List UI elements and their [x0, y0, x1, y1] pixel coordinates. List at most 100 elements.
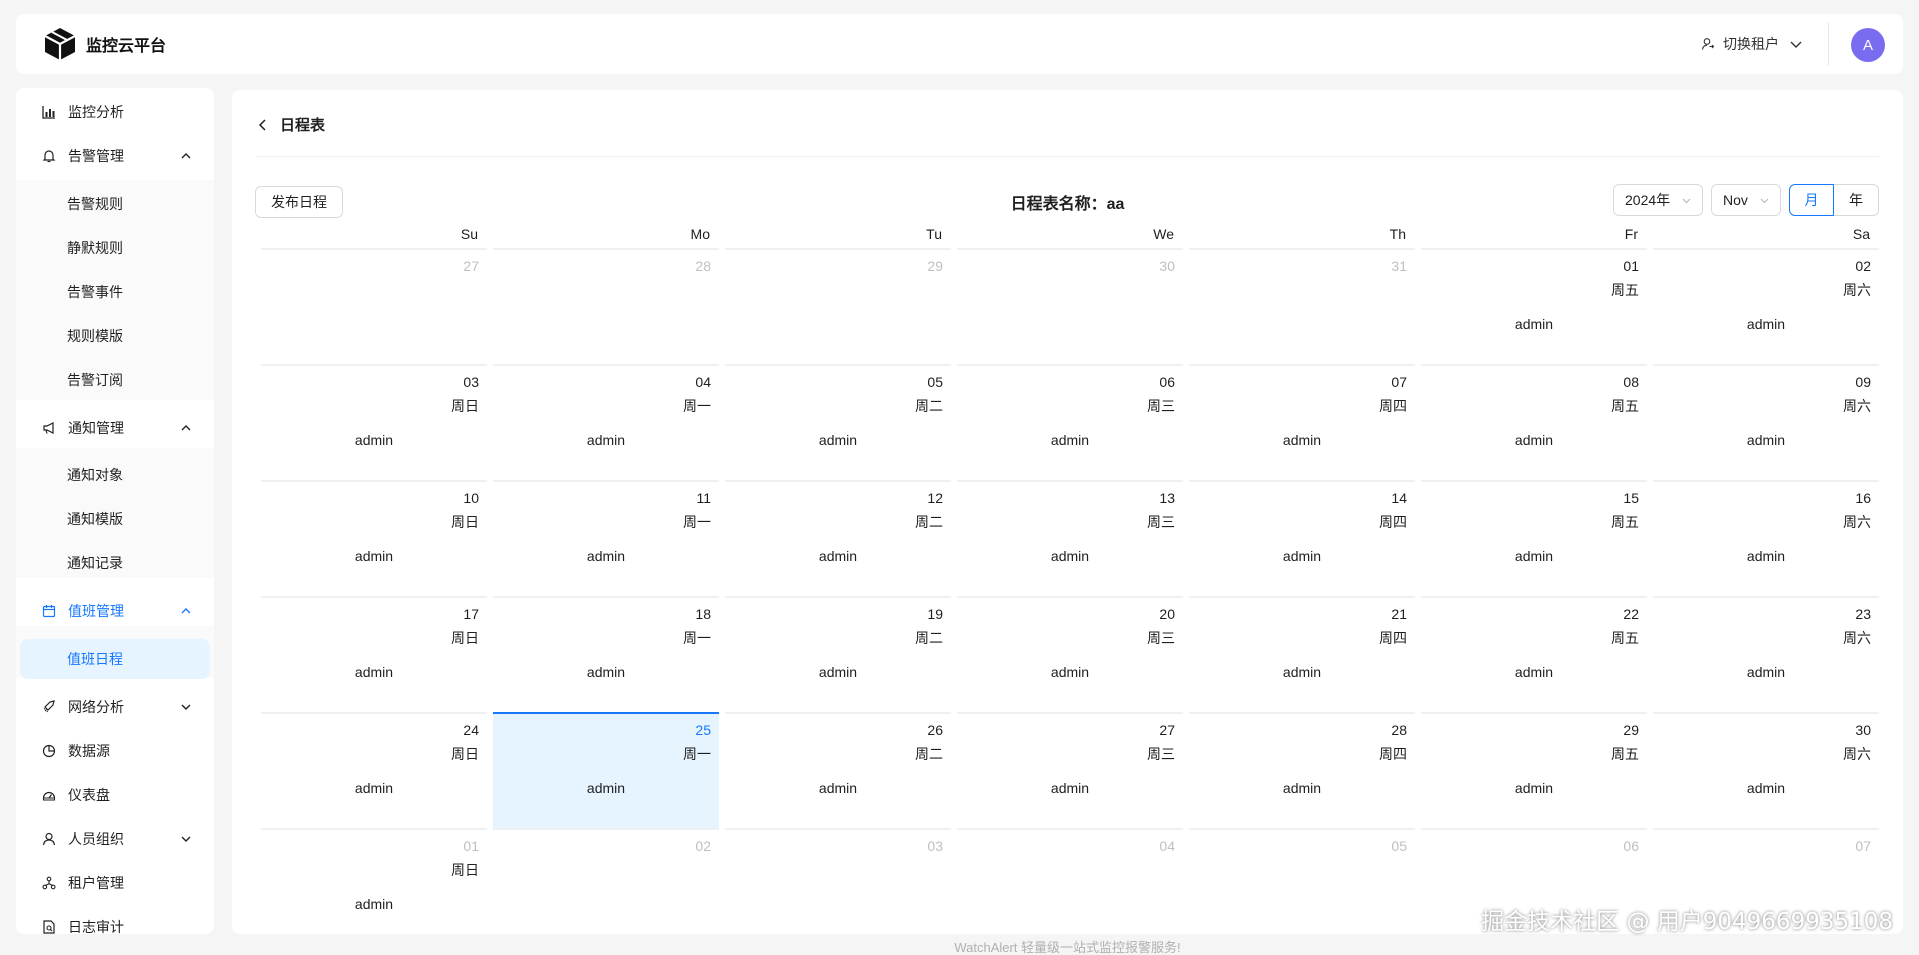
weekday-name: 周五: [1611, 514, 1639, 530]
weekday-label: Th: [1389, 226, 1406, 242]
calendar-day-cell[interactable]: 06 周三 admin: [957, 364, 1183, 480]
calendar-day-cell[interactable]: 02 周六 admin: [1653, 248, 1879, 364]
sidebar-item-notify-records[interactable]: 通知记录: [16, 543, 214, 583]
calendar-day-cell[interactable]: 10 周日 admin: [261, 480, 487, 596]
header-divider: [1828, 22, 1829, 66]
day-number: 02: [1855, 258, 1871, 274]
calendar-day-cell[interactable]: 01 周日 admin: [261, 828, 487, 934]
calendar-day-cell[interactable]: 18 周一 admin: [493, 596, 719, 712]
calendar-day-cell[interactable]: 28: [493, 248, 719, 364]
weekday-name: 周五: [1611, 746, 1639, 762]
sidebar-item-label: 值班管理: [68, 603, 124, 619]
sidebar-item-datasources[interactable]: 数据源: [16, 731, 214, 771]
calendar-day-cell[interactable]: 23 周六 admin: [1653, 596, 1879, 712]
user-avatar[interactable]: A: [1851, 28, 1885, 62]
year-select[interactable]: 2024年: [1613, 184, 1703, 216]
calendar-day-cell[interactable]: 01 周五 admin: [1421, 248, 1647, 364]
calendar-day-cell[interactable]: 09 周六 admin: [1653, 364, 1879, 480]
sidebar-item-duty-schedule[interactable]: 值班日程: [20, 639, 210, 679]
calendar-day-cell[interactable]: 26 周二 admin: [725, 712, 951, 828]
calendar-day-cell[interactable]: 04: [957, 828, 1183, 934]
calendar-day-cell[interactable]: 21 周四 admin: [1189, 596, 1415, 712]
calendar-day-cell[interactable]: 24 周日 admin: [261, 712, 487, 828]
calendar-day-cell[interactable]: 07 周四 admin: [1189, 364, 1415, 480]
chevron-down-icon: [1760, 198, 1769, 204]
calendar-day-cell[interactable]: 13 周三 admin: [957, 480, 1183, 596]
duty-user: admin: [1746, 432, 1786, 448]
duty-user: admin: [1282, 664, 1322, 680]
sidebar-item-label: 通知模版: [67, 511, 123, 527]
sidebar-item-label: 值班日程: [67, 651, 123, 667]
calendar-day-cell[interactable]: 30: [957, 248, 1183, 364]
calendar-day-cell[interactable]: 03 周日 admin: [261, 364, 487, 480]
month-select[interactable]: Nov: [1711, 184, 1781, 216]
month-select-value: Nov: [1723, 192, 1748, 208]
sidebar-item-monitor-analysis[interactable]: 监控分析: [16, 92, 214, 132]
sidebar-item-silence-rules[interactable]: 静默规则: [16, 228, 214, 268]
calendar-day-cell[interactable]: 22 周五 admin: [1421, 596, 1647, 712]
sidebar-item-duty-management[interactable]: 值班管理: [16, 591, 214, 631]
calendar-day-cell[interactable]: 28 周四 admin: [1189, 712, 1415, 828]
duty-user: admin: [818, 432, 858, 448]
back-arrow-icon[interactable]: [256, 118, 270, 132]
chevron-down-icon: [181, 704, 191, 710]
weekday-name: 周二: [915, 630, 943, 646]
sidebar-item-alert-subscriptions[interactable]: 告警订阅: [16, 360, 214, 400]
calendar-day-cell[interactable]: 20 周三 admin: [957, 596, 1183, 712]
sidebar-item-network-analysis[interactable]: 网络分析: [16, 687, 214, 727]
calendar-day-cell[interactable]: 27 周三 admin: [957, 712, 1183, 828]
sidebar-item-label: 告警事件: [67, 284, 123, 300]
calendar-day-cell[interactable]: 02: [493, 828, 719, 934]
sidebar-item-people-org[interactable]: 人员组织: [16, 819, 214, 859]
sidebar-item-rule-templates[interactable]: 规则模版: [16, 316, 214, 356]
calendar-day-cell[interactable]: 14 周四 admin: [1189, 480, 1415, 596]
weekday-name: 周日: [451, 746, 479, 762]
calendar-day-cell[interactable]: 05 周二 admin: [725, 364, 951, 480]
sidebar-item-label: 数据源: [68, 743, 110, 759]
month-mode-button[interactable]: 月: [1789, 184, 1834, 216]
sidebar-item-audit-log[interactable]: 日志审计: [16, 907, 214, 934]
day-number: 25: [695, 722, 711, 738]
calendar-grid: Su Mo Tu We Th Fr Sa 27 28 29 30 31 01 周五 admin 02 周六 ad…: [258, 226, 1882, 934]
calendar-day-cell[interactable]: 16 周六 admin: [1653, 480, 1879, 596]
page-title: 日程表: [280, 117, 326, 134]
calendar-day-cell[interactable]: 03: [725, 828, 951, 934]
calendar-day-cell[interactable]: 12 周二 admin: [725, 480, 951, 596]
weekday-label: We: [1153, 226, 1174, 242]
calendar-day-cell[interactable]: 31: [1189, 248, 1415, 364]
weekday-name: 周五: [1611, 630, 1639, 646]
sidebar-item-notify-templates[interactable]: 通知模版: [16, 499, 214, 539]
sidebar-item-alert-events[interactable]: 告警事件: [16, 272, 214, 312]
calendar-day-cell[interactable]: 08 周五 admin: [1421, 364, 1647, 480]
day-number: 26: [927, 722, 943, 738]
sidebar-item-alert-management[interactable]: 告警管理: [16, 136, 214, 176]
weekday-name: 周三: [1147, 514, 1175, 530]
sidebar-item-label: 网络分析: [68, 699, 124, 715]
calendar-day-cell[interactable]: 19 周二 admin: [725, 596, 951, 712]
sidebar-item-notify-targets[interactable]: 通知对象: [16, 455, 214, 495]
sidebar-item-tenant-management[interactable]: 租户管理: [16, 863, 214, 903]
calendar-day-cell[interactable]: 11 周一 admin: [493, 480, 719, 596]
duty-user: admin: [1282, 432, 1322, 448]
calendar-day-cell[interactable]: 30 周六 admin: [1653, 712, 1879, 828]
day-number: 14: [1391, 490, 1407, 506]
calendar-day-cell[interactable]: 29 周五 admin: [1421, 712, 1647, 828]
weekday-name: 周六: [1843, 514, 1871, 530]
top-header: 监控云平台 切换租户 A: [16, 14, 1903, 74]
calendar-day-cell[interactable]: 29: [725, 248, 951, 364]
sidebar-item-dashboards[interactable]: 仪表盘: [16, 775, 214, 815]
switch-tenant-button[interactable]: 切换租户: [1701, 14, 1803, 74]
calendar-day-cell[interactable]: 04 周一 admin: [493, 364, 719, 480]
calendar-day-cell[interactable]: 15 周五 admin: [1421, 480, 1647, 596]
sidebar-item-label: 通知记录: [67, 555, 123, 571]
calendar-day-cell[interactable]: 25 周一 admin: [493, 712, 719, 828]
year-mode-button[interactable]: 年: [1834, 184, 1879, 216]
sidebar-item-notify-management[interactable]: 通知管理: [16, 408, 214, 448]
day-number: 06: [1623, 838, 1639, 854]
app-logo[interactable]: 监控云平台: [42, 26, 166, 62]
calendar-day-cell[interactable]: 05: [1189, 828, 1415, 934]
sidebar-item-alert-rules[interactable]: 告警规则: [16, 184, 214, 224]
calendar-week-row: 03 周日 admin 04 周一 admin 05 周二 admin 06 周三 admin 07 周四…: [258, 364, 1882, 480]
calendar-day-cell[interactable]: 27: [261, 248, 487, 364]
calendar-day-cell[interactable]: 17 周日 admin: [261, 596, 487, 712]
